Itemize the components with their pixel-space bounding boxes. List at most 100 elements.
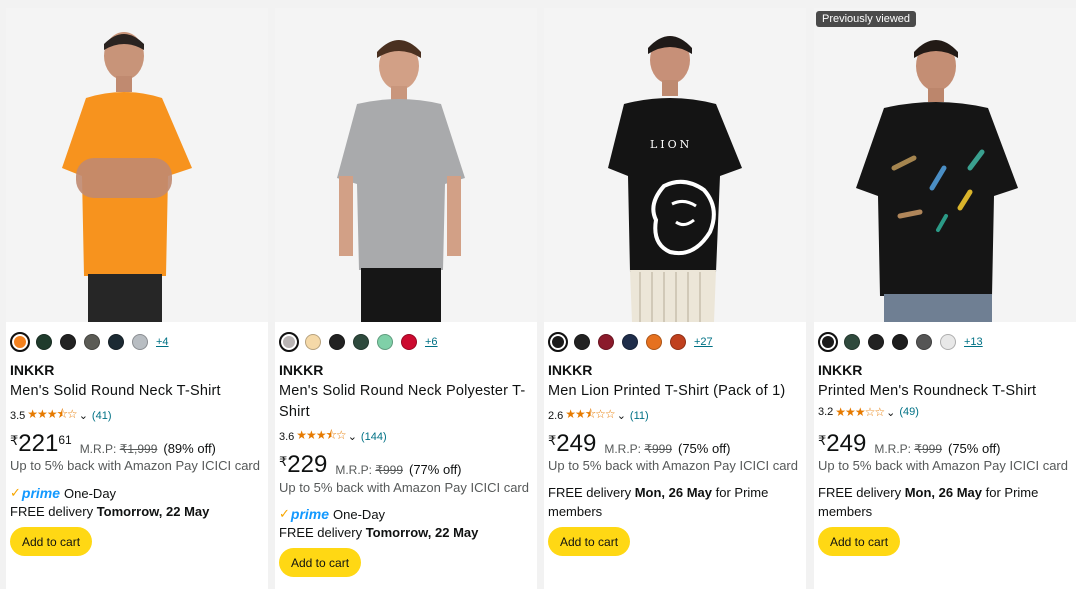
- more-colors-link[interactable]: +4: [156, 336, 169, 348]
- swatch-5[interactable]: [132, 334, 148, 350]
- product-title[interactable]: Men's Solid Round Neck T-Shirt: [10, 381, 260, 402]
- product-image[interactable]: [6, 8, 268, 322]
- price-row: ₹ 229 M.R.P: ₹999 (77% off): [279, 452, 462, 478]
- swatch-1[interactable]: [574, 334, 590, 350]
- swatch-2[interactable]: [329, 334, 345, 350]
- swatch-3[interactable]: [892, 334, 908, 350]
- prime-suffix: One-Day: [333, 506, 386, 522]
- price-whole: 229: [287, 451, 328, 478]
- rating-value: 3.6: [279, 430, 295, 443]
- swatch-5[interactable]: [940, 334, 956, 350]
- color-swatches: +27: [548, 331, 713, 353]
- product-card[interactable]: +6 INKKR Men's Solid Round Neck Polyeste…: [275, 8, 537, 589]
- rating-row: 3.5 ★★★⯪☆ ⌄ (41): [10, 405, 111, 426]
- prime-badge: ✓ prime One-Day: [279, 506, 385, 522]
- product-card[interactable]: +4 INKKR Men's Solid Round Neck T-Shirt …: [6, 8, 268, 589]
- rating-value: 3.2: [818, 406, 834, 418]
- swatch-4[interactable]: [646, 334, 662, 350]
- review-count[interactable]: (49): [899, 406, 919, 418]
- review-count[interactable]: (11): [630, 410, 649, 422]
- mrp: M.R.P: ₹999: [335, 463, 403, 477]
- add-to-cart-button[interactable]: Add to cart: [818, 527, 901, 556]
- delivery-info: FREE delivery Tomorrow, 22 May: [279, 525, 479, 540]
- brand-name: INKKR: [279, 362, 324, 378]
- swatch-1[interactable]: [305, 334, 321, 350]
- price-whole: 249: [826, 430, 867, 457]
- swatch-3[interactable]: [84, 334, 100, 350]
- delivery-info: FREE delivery Mon, 26 May for Prime memb…: [548, 485, 769, 519]
- review-count[interactable]: (144): [361, 431, 387, 443]
- chevron-down-icon[interactable]: ⌄: [348, 430, 357, 443]
- prime-logo: prime: [21, 485, 61, 501]
- discount-percent: (75% off): [678, 441, 731, 456]
- delivery-info: FREE delivery Tomorrow, 22 May: [10, 504, 210, 519]
- check-icon: ✓: [10, 485, 21, 500]
- check-icon: ✓: [279, 506, 290, 521]
- rating-value: 3.5: [10, 409, 26, 422]
- product-card[interactable]: LION +27 INKKR Men Lion Printed T-Shirt …: [544, 8, 806, 589]
- swatch-4[interactable]: [108, 334, 124, 350]
- swatch-0[interactable]: [279, 332, 299, 352]
- swatch-5[interactable]: [670, 334, 686, 350]
- rating-row: 3.2 ★★★☆☆ ⌄ (49): [818, 405, 919, 419]
- cashback-offer: Up to 5% back with Amazon Pay ICICI card: [10, 458, 260, 473]
- star-rating-icon[interactable]: ★★⯪☆☆: [565, 405, 615, 426]
- currency-symbol: ₹: [10, 433, 19, 448]
- chevron-down-icon[interactable]: ⌄: [617, 409, 626, 422]
- swatch-1[interactable]: [844, 334, 860, 350]
- price-whole: 249: [556, 430, 597, 457]
- product-title[interactable]: Printed Men's Roundneck T-Shirt: [818, 381, 1068, 402]
- print-text: LION: [650, 138, 692, 151]
- prime-logo: prime: [290, 506, 330, 522]
- more-colors-link[interactable]: +13: [964, 336, 983, 348]
- color-swatches: +13: [818, 331, 983, 353]
- swatch-0[interactable]: [548, 332, 568, 352]
- swatch-0[interactable]: [818, 332, 838, 352]
- brand-name: INKKR: [548, 362, 593, 378]
- currency-symbol: ₹: [279, 454, 288, 469]
- product-card[interactable]: Previously viewed +13 INKKR Printed Men'…: [814, 8, 1076, 589]
- mrp: M.R.P: ₹1,999: [79, 442, 158, 456]
- add-to-cart-button[interactable]: Add to cart: [10, 527, 93, 556]
- swatch-0[interactable]: [10, 332, 30, 352]
- price-row: ₹ 221 61 M.R.P: ₹1,999 (89% off): [10, 431, 216, 457]
- brand-name: INKKR: [818, 362, 863, 378]
- discount-percent: (75% off): [948, 441, 1001, 456]
- currency-symbol: ₹: [548, 433, 557, 448]
- price-row: ₹ 249 M.R.P: ₹999 (75% off): [548, 431, 731, 457]
- mrp: M.R.P: ₹999: [604, 442, 672, 456]
- star-rating-icon[interactable]: ★★★☆☆: [835, 405, 885, 419]
- swatch-1[interactable]: [36, 334, 52, 350]
- color-swatches: +4: [10, 331, 169, 353]
- swatch-2[interactable]: [598, 334, 614, 350]
- discount-percent: (77% off): [409, 462, 462, 477]
- swatch-5[interactable]: [401, 334, 417, 350]
- swatch-2[interactable]: [60, 334, 76, 350]
- chevron-down-icon[interactable]: ⌄: [886, 406, 895, 419]
- price-whole: 221: [18, 430, 59, 457]
- delivery-info: FREE delivery Mon, 26 May for Prime memb…: [818, 485, 1039, 519]
- color-swatches: +6: [279, 331, 438, 353]
- product-title[interactable]: Men's Solid Round Neck Polyester T-Shirt: [279, 381, 529, 423]
- product-image[interactable]: [275, 8, 537, 322]
- swatch-2[interactable]: [868, 334, 884, 350]
- brand-name: INKKR: [10, 362, 55, 378]
- rating-row: 3.6 ★★★⯪☆ ⌄ (144): [279, 426, 387, 447]
- swatch-4[interactable]: [377, 334, 393, 350]
- star-rating-icon[interactable]: ★★★⯪☆: [27, 405, 77, 426]
- cashback-offer: Up to 5% back with Amazon Pay ICICI card: [279, 480, 529, 495]
- star-rating-icon[interactable]: ★★★⯪☆: [296, 426, 346, 447]
- chevron-down-icon[interactable]: ⌄: [79, 409, 88, 422]
- swatch-4[interactable]: [916, 334, 932, 350]
- rating-value: 2.6: [548, 409, 564, 422]
- product-image[interactable]: LION: [544, 8, 806, 322]
- product-title[interactable]: Men Lion Printed T-Shirt (Pack of 1): [548, 381, 798, 402]
- swatch-3[interactable]: [622, 334, 638, 350]
- swatch-3[interactable]: [353, 334, 369, 350]
- review-count[interactable]: (41): [92, 410, 112, 422]
- product-image[interactable]: Previously viewed: [814, 8, 1076, 322]
- more-colors-link[interactable]: +27: [694, 336, 713, 348]
- add-to-cart-button[interactable]: Add to cart: [548, 527, 631, 556]
- add-to-cart-button[interactable]: Add to cart: [279, 548, 362, 577]
- more-colors-link[interactable]: +6: [425, 336, 438, 348]
